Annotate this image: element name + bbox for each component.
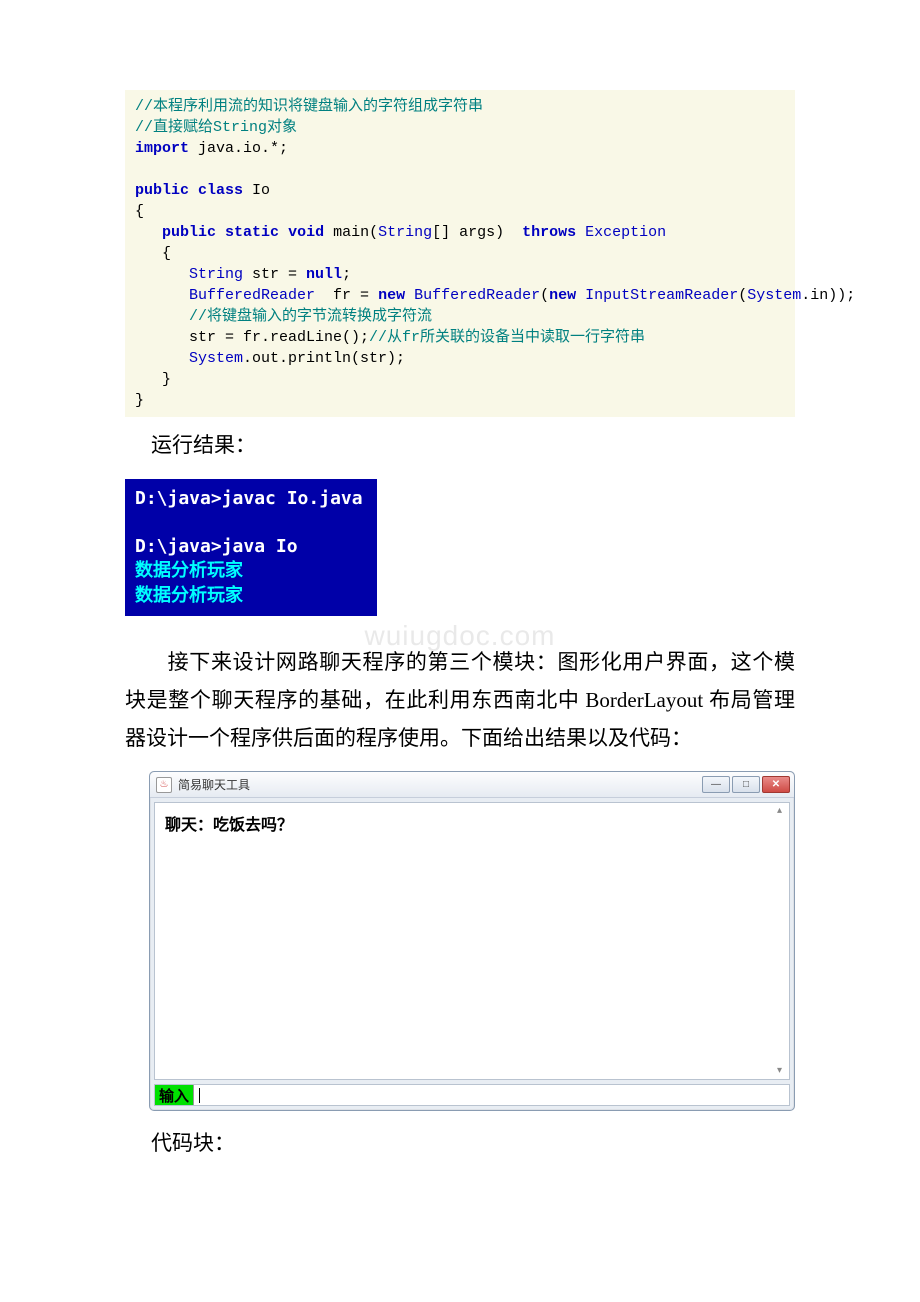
- minimize-glyph: —: [711, 779, 721, 790]
- assign: str =: [243, 266, 306, 283]
- window-buttons: — □ ✕: [700, 776, 790, 793]
- type-bufferedreader: BufferedReader: [414, 287, 540, 304]
- body-paragraph: 接下来设计网路聊天程序的第三个模块：图形化用户界面，这个模块是整个聊天程序的基础…: [125, 644, 795, 757]
- label-run-result: 运行结果：: [151, 429, 795, 463]
- code-block-io: //本程序利用流的知识将键盘输入的字符组成字符串 //直接赋给String对象 …: [125, 90, 795, 417]
- indent: [135, 329, 189, 346]
- window-title: 简易聊天工具: [178, 776, 700, 793]
- comment-line: //本程序利用流的知识将键盘输入的字符组成字符串: [135, 98, 483, 115]
- system: System: [189, 350, 243, 367]
- indent: [135, 287, 189, 304]
- keyword-new: new: [378, 287, 405, 304]
- terminal-output: D:\java>javac Io.java D:\java>java Io 数据…: [125, 479, 377, 616]
- assign: fr =: [315, 287, 378, 304]
- brace: }: [162, 371, 171, 388]
- indent: [135, 350, 189, 367]
- keyword-void: void: [288, 224, 324, 241]
- scroll-down-icon[interactable]: ▾: [773, 1065, 786, 1077]
- label-code-block: 代码块：: [151, 1127, 795, 1161]
- close-button[interactable]: ✕: [762, 776, 790, 793]
- type-string: String: [189, 266, 243, 283]
- keyword-public: public: [135, 182, 189, 199]
- keyword-static: static: [225, 224, 279, 241]
- maximize-button[interactable]: □: [732, 776, 760, 793]
- keyword-throws: throws: [522, 224, 576, 241]
- method-main: main(: [324, 224, 378, 241]
- type-string: String: [378, 224, 432, 241]
- chat-textarea[interactable]: 聊天：吃饭去吗？ ▴ ▾: [154, 802, 790, 1080]
- type-exception: Exception: [576, 224, 666, 241]
- stmt-println: .out.println(str);: [243, 350, 405, 367]
- dot-in: .in));: [801, 287, 855, 304]
- class-name: Io: [243, 182, 270, 199]
- minimize-button[interactable]: —: [702, 776, 730, 793]
- brace: {: [162, 245, 171, 262]
- keyword-import: import: [135, 140, 189, 157]
- output-line: 数据分析玩家: [135, 585, 243, 606]
- input-label: 输入: [155, 1085, 194, 1105]
- output-line: 数据分析玩家: [135, 560, 243, 581]
- brace: }: [135, 392, 144, 409]
- close-glyph: ✕: [772, 779, 780, 790]
- paren: (: [540, 287, 549, 304]
- space: [576, 287, 585, 304]
- indent: [135, 266, 189, 283]
- type-bufferedreader: BufferedReader: [189, 287, 315, 304]
- scroll-up-icon[interactable]: ▴: [773, 805, 786, 817]
- space: [405, 287, 414, 304]
- cmd: javac Io.java: [222, 488, 363, 509]
- indent: [135, 308, 189, 325]
- comment-line: //直接赋给String对象: [135, 119, 297, 136]
- keyword-class: class: [198, 182, 243, 199]
- cmd: java Io: [222, 536, 298, 557]
- keyword-new: new: [549, 287, 576, 304]
- keyword-null: null: [306, 266, 342, 283]
- prompt: D:\java>: [135, 536, 222, 557]
- paragraph-text: 接下来设计网路聊天程序的第三个模块：图形化用户界面，这个模块是整个聊天程序的基础…: [125, 650, 795, 750]
- indent: [135, 224, 162, 241]
- comment-line: //从fr所关联的设备当中读取一行字符串: [369, 329, 645, 346]
- chat-message: 聊天：吃饭去吗？: [165, 811, 779, 835]
- maximize-glyph: □: [743, 779, 749, 790]
- chat-input[interactable]: [194, 1085, 789, 1105]
- paren: (: [738, 287, 747, 304]
- indent: [135, 371, 162, 388]
- import-path: java.io.*;: [189, 140, 288, 157]
- brace: {: [135, 203, 144, 220]
- args: [] args): [432, 224, 522, 241]
- java-glyph: ♨: [160, 779, 169, 790]
- text-caret: [199, 1088, 200, 1103]
- stmt-readline: str = fr.readLine();: [189, 329, 369, 346]
- keyword-public: public: [162, 224, 216, 241]
- semi: ;: [342, 266, 351, 283]
- gui-window-chat: ♨ 简易聊天工具 — □ ✕ 聊天：吃饭去吗？ ▴ ▾ 输入: [149, 771, 795, 1111]
- input-row: 输入: [154, 1084, 790, 1106]
- titlebar[interactable]: ♨ 简易聊天工具 — □ ✕: [150, 772, 794, 798]
- system: System: [747, 287, 801, 304]
- indent: [135, 245, 162, 262]
- java-icon: ♨: [156, 777, 172, 793]
- comment-line: //将键盘输入的字节流转换成字符流: [189, 308, 432, 325]
- prompt: D:\java>: [135, 488, 222, 509]
- type-isr: InputStreamReader: [585, 287, 738, 304]
